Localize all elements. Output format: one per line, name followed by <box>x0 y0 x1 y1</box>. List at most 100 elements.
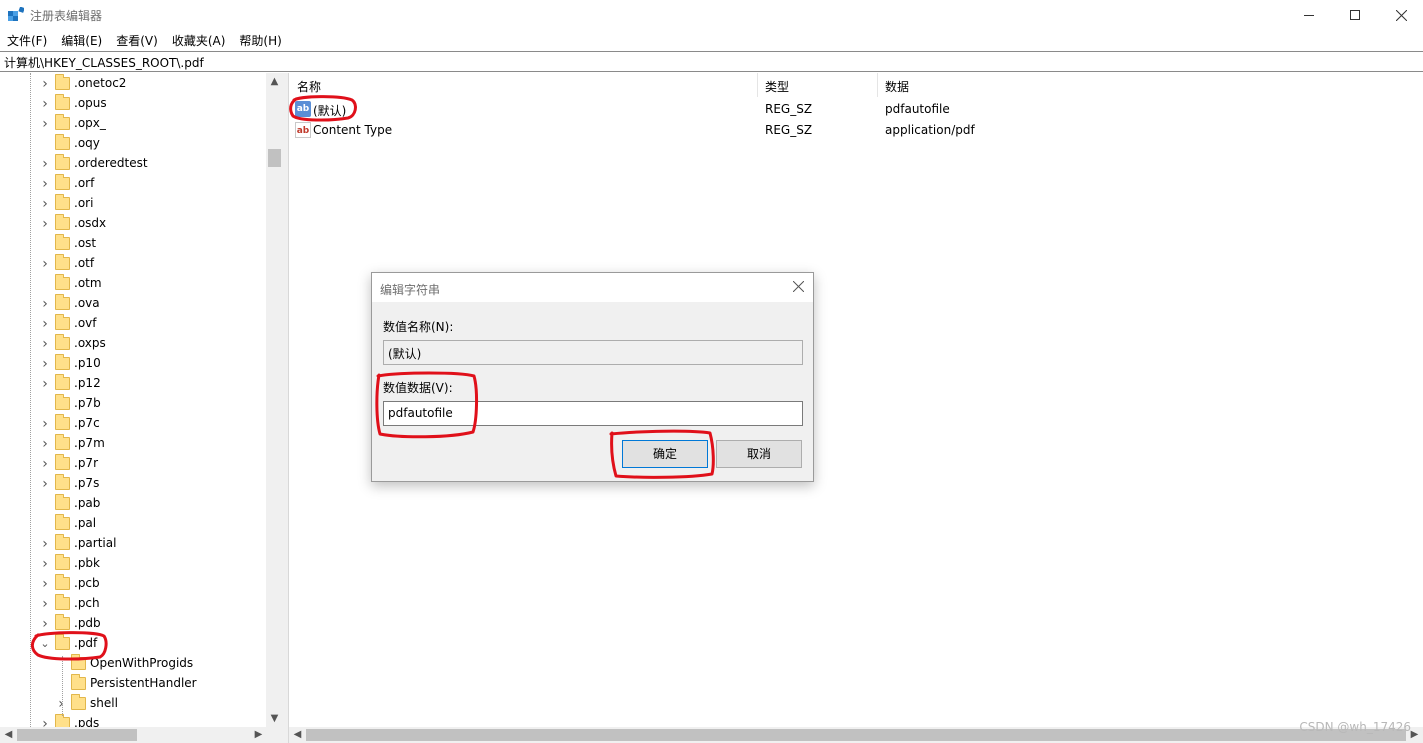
tree-item[interactable]: OpenWithProgids <box>0 654 266 674</box>
chevron-right-icon[interactable]: › <box>40 334 50 354</box>
tree-item[interactable]: › .orderedtest <box>0 154 266 174</box>
tree-item[interactable]: › .pdb <box>0 614 266 634</box>
tree-item[interactable]: › .pbk <box>0 554 266 574</box>
chevron-right-icon[interactable]: › <box>40 94 50 114</box>
scroll-thumb[interactable] <box>306 729 1406 741</box>
menu-help[interactable]: 帮助(H) <box>232 30 288 50</box>
column-name[interactable]: 名称 <box>297 78 321 95</box>
scroll-right-icon[interactable]: ▶ <box>250 727 267 743</box>
folder-icon <box>55 594 70 610</box>
list-row[interactable]: ab Content Type REG_SZ application/pdf <box>290 120 1423 141</box>
chevron-right-icon[interactable]: › <box>40 374 50 394</box>
ok-button[interactable]: 确定 <box>622 440 708 468</box>
tree-item[interactable]: .pal <box>0 514 266 534</box>
chevron-right-icon[interactable]: › <box>56 694 66 714</box>
address-bar[interactable]: 计算机\HKEY_CLASSES_ROOT\.pdf <box>0 51 1423 72</box>
chevron-right-icon[interactable]: › <box>40 354 50 374</box>
value-data-input[interactable]: pdfautofile <box>383 401 803 426</box>
tree-item[interactable]: › .p12 <box>0 374 266 394</box>
tree-item[interactable]: ⌄ .pdf <box>0 634 266 654</box>
scroll-left-icon[interactable]: ◀ <box>0 727 17 743</box>
chevron-down-icon[interactable]: ⌄ <box>40 634 50 654</box>
tree-item[interactable]: › .ova <box>0 294 266 314</box>
tree-item[interactable]: › .opx_ <box>0 114 266 134</box>
scroll-left-icon[interactable]: ◀ <box>289 727 306 743</box>
tree-item[interactable]: .pab <box>0 494 266 514</box>
chevron-right-icon[interactable]: › <box>40 534 50 554</box>
column-divider[interactable] <box>877 73 878 97</box>
tree-item-label: .orf <box>74 176 95 190</box>
chevron-right-icon[interactable]: › <box>40 74 50 94</box>
menu-favorites[interactable]: 收藏夹(A) <box>165 30 233 50</box>
tree-item[interactable]: › .orf <box>0 174 266 194</box>
tree-item[interactable]: › .p7r <box>0 454 266 474</box>
chevron-right-icon[interactable]: › <box>40 114 50 134</box>
chevron-right-icon[interactable]: › <box>40 194 50 214</box>
pane-splitter[interactable] <box>283 73 289 743</box>
chevron-right-icon[interactable]: › <box>40 554 50 574</box>
tree-item[interactable]: .ost <box>0 234 266 254</box>
tree-item-label: .oqy <box>74 136 100 150</box>
list-horizontal-scrollbar[interactable]: ◀ ▶ <box>289 727 1423 743</box>
menu-file[interactable]: 文件(F) <box>0 30 54 50</box>
tree-item[interactable]: .p7b <box>0 394 266 414</box>
chevron-right-icon[interactable]: › <box>40 414 50 434</box>
chevron-right-icon[interactable]: › <box>40 214 50 234</box>
chevron-right-icon[interactable]: › <box>40 614 50 634</box>
tree-item[interactable]: › .ovf <box>0 314 266 334</box>
tree-item[interactable]: PersistentHandler <box>0 674 266 694</box>
tree-item[interactable]: › .pch <box>0 594 266 614</box>
tree-item[interactable]: .otm <box>0 274 266 294</box>
tree-item[interactable]: › .p7m <box>0 434 266 454</box>
tree-item[interactable]: › .p7c <box>0 414 266 434</box>
chevron-right-icon[interactable]: › <box>40 294 50 314</box>
tree-item[interactable]: › .osdx <box>0 214 266 234</box>
menu-view[interactable]: 查看(V) <box>109 30 165 50</box>
tree-vertical-scrollbar[interactable]: ▲ ▼ <box>266 73 283 727</box>
chevron-right-icon[interactable]: › <box>40 314 50 334</box>
column-type[interactable]: 类型 <box>765 78 789 95</box>
scroll-up-icon[interactable]: ▲ <box>266 73 283 90</box>
watermark: CSDN @wh_17426 <box>1299 720 1411 734</box>
tree-item[interactable]: › .otf <box>0 254 266 274</box>
chevron-right-icon[interactable]: › <box>40 154 50 174</box>
scroll-down-icon[interactable]: ▼ <box>266 710 283 727</box>
tree-item[interactable]: › .partial <box>0 534 266 554</box>
cancel-button[interactable]: 取消 <box>716 440 802 468</box>
tree-item[interactable]: › .onetoc2 <box>0 74 266 94</box>
chevron-right-icon[interactable]: › <box>40 574 50 594</box>
chevron-right-icon[interactable]: › <box>40 474 50 494</box>
folder-icon <box>55 354 70 370</box>
minimize-button[interactable] <box>1286 0 1332 30</box>
tree-horizontal-scrollbar[interactable]: ◀ ▶ <box>0 727 283 743</box>
tree-item[interactable]: › shell <box>0 694 266 714</box>
chevron-right-icon[interactable]: › <box>40 454 50 474</box>
tree-item[interactable]: › .ori <box>0 194 266 214</box>
tree-item[interactable]: › .pds <box>0 714 266 727</box>
folder-icon <box>55 534 70 550</box>
folder-icon <box>55 294 70 310</box>
regedit-icon <box>8 7 24 21</box>
tree-item[interactable]: › .oxps <box>0 334 266 354</box>
column-divider[interactable] <box>757 73 758 97</box>
chevron-right-icon[interactable]: › <box>40 254 50 274</box>
list-row[interactable]: ab (默认) REG_SZ pdfautofile <box>290 99 1423 120</box>
chevron-right-icon[interactable]: › <box>40 174 50 194</box>
scroll-thumb[interactable] <box>268 149 281 167</box>
column-data[interactable]: 数据 <box>885 78 909 95</box>
tree-item[interactable]: › .pcb <box>0 574 266 594</box>
tree-item[interactable]: .oqy <box>0 134 266 154</box>
chevron-right-icon[interactable]: › <box>40 714 50 727</box>
menu-edit[interactable]: 编辑(E) <box>54 30 109 50</box>
chevron-right-icon[interactable]: › <box>40 594 50 614</box>
tree-item[interactable]: › .p7s <box>0 474 266 494</box>
tree-item[interactable]: › .opus <box>0 94 266 114</box>
chevron-right-icon[interactable]: › <box>40 434 50 454</box>
close-button[interactable] <box>1378 0 1423 30</box>
folder-icon <box>71 694 86 710</box>
tree-item[interactable]: › .p10 <box>0 354 266 374</box>
scroll-thumb[interactable] <box>17 729 137 741</box>
maximize-button[interactable] <box>1332 0 1378 30</box>
folder-icon <box>55 94 70 110</box>
dialog-close-button[interactable] <box>783 273 813 302</box>
